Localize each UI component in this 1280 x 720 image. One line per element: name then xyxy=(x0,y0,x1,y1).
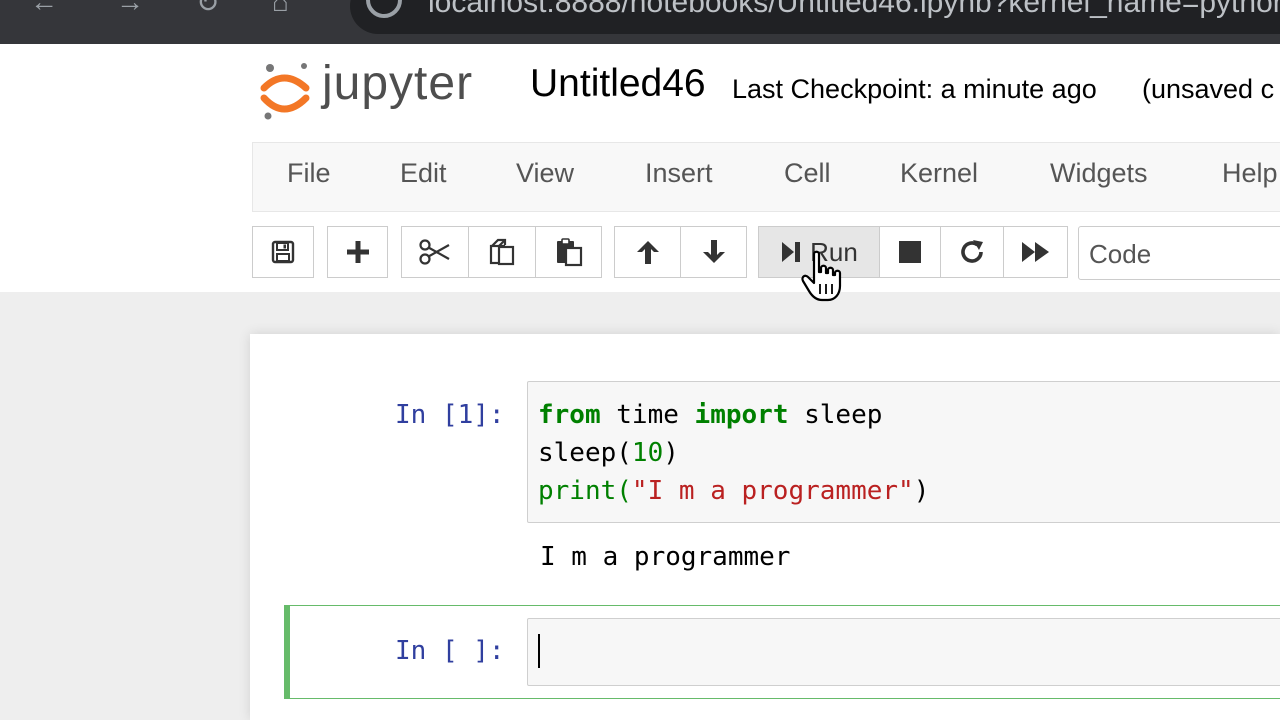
save-button[interactable] xyxy=(252,226,314,278)
text-caret xyxy=(538,634,540,668)
menu-file[interactable]: File xyxy=(287,158,331,189)
menu-insert[interactable]: Insert xyxy=(645,158,713,189)
toolbar-move-group xyxy=(614,226,747,278)
menu-edit[interactable]: Edit xyxy=(400,158,447,189)
paste-button[interactable] xyxy=(535,226,602,278)
back-arrow-icon[interactable]: ← xyxy=(30,0,58,18)
code-line: print("I m a programmer") xyxy=(538,472,929,510)
interrupt-kernel-button[interactable] xyxy=(879,226,941,278)
string-token: "I m a programmer" xyxy=(631,476,914,506)
cut-button[interactable] xyxy=(401,226,469,278)
step-forward-icon xyxy=(782,242,801,262)
keyword-token: from xyxy=(538,400,601,430)
browser-toolbar: ← → ↻ ⌂ localhost:8888/notebooks/Untitle… xyxy=(0,0,1280,44)
fast-forward-icon xyxy=(1021,242,1049,262)
floppy-disk-icon xyxy=(271,240,295,264)
copy-button[interactable] xyxy=(468,226,536,278)
arrow-down-icon xyxy=(702,240,725,263)
code-line: sleep(10) xyxy=(538,434,679,472)
paren-token: ) xyxy=(663,438,679,468)
copy-icon xyxy=(489,238,515,266)
jupyter-logo-text: jupyter xyxy=(322,57,474,110)
insert-cell-below-button[interactable] xyxy=(327,226,388,278)
notebook-name[interactable]: Untitled46 xyxy=(530,62,706,106)
cell-type-select[interactable]: Code xyxy=(1078,226,1280,280)
code-cell-editor-empty[interactable] xyxy=(527,618,1280,686)
address-bar-url[interactable]: localhost:8888/notebooks/Untitled46.ipyn… xyxy=(428,0,1280,20)
stop-icon xyxy=(899,241,921,263)
plus-icon xyxy=(346,241,369,263)
home-icon[interactable]: ⌂ xyxy=(272,0,289,18)
name-token: sleep xyxy=(788,400,883,430)
builtin-token: print( xyxy=(538,476,632,506)
menu-cell[interactable]: Cell xyxy=(784,158,831,189)
move-cell-up-button[interactable] xyxy=(614,226,681,278)
menu-kernel[interactable]: Kernel xyxy=(900,158,978,189)
unsaved-changes-status: (unsaved c xyxy=(1142,74,1275,104)
forward-arrow-icon[interactable]: → xyxy=(116,0,144,18)
clipboard-icon xyxy=(556,238,582,267)
menu-widgets[interactable]: Widgets xyxy=(1050,158,1148,189)
cell-output: I m a programmer xyxy=(540,542,791,572)
function-token: sleep( xyxy=(538,438,632,468)
restart-icon xyxy=(961,240,983,263)
scissors-icon xyxy=(419,239,450,265)
menu-help[interactable]: Help xyxy=(1222,158,1278,189)
restart-kernel-button[interactable] xyxy=(940,226,1004,278)
menu-view[interactable]: View xyxy=(516,158,574,189)
toolbar-insert-group xyxy=(327,226,388,278)
module-token: time xyxy=(600,400,695,430)
toolbar-save-group xyxy=(252,226,314,278)
code-line: from time import sleep xyxy=(538,396,882,434)
cell-type-value: Code xyxy=(1089,239,1152,269)
keyword-token: import xyxy=(694,400,789,430)
toolbar-edit-group xyxy=(401,226,602,278)
number-token: 10 xyxy=(631,438,664,468)
reload-icon[interactable]: ↻ xyxy=(196,0,219,19)
move-cell-down-button[interactable] xyxy=(680,226,747,278)
restart-run-all-button[interactable] xyxy=(1003,226,1068,278)
input-prompt: In [1]: xyxy=(395,400,505,430)
paren-token: ) xyxy=(913,476,930,506)
checkpoint-status: Last Checkpoint: a minute ago xyxy=(732,74,1097,104)
hand-pointer-icon xyxy=(801,250,842,302)
input-prompt-empty: In [ ]: xyxy=(395,636,505,666)
arrow-up-icon xyxy=(636,241,659,264)
